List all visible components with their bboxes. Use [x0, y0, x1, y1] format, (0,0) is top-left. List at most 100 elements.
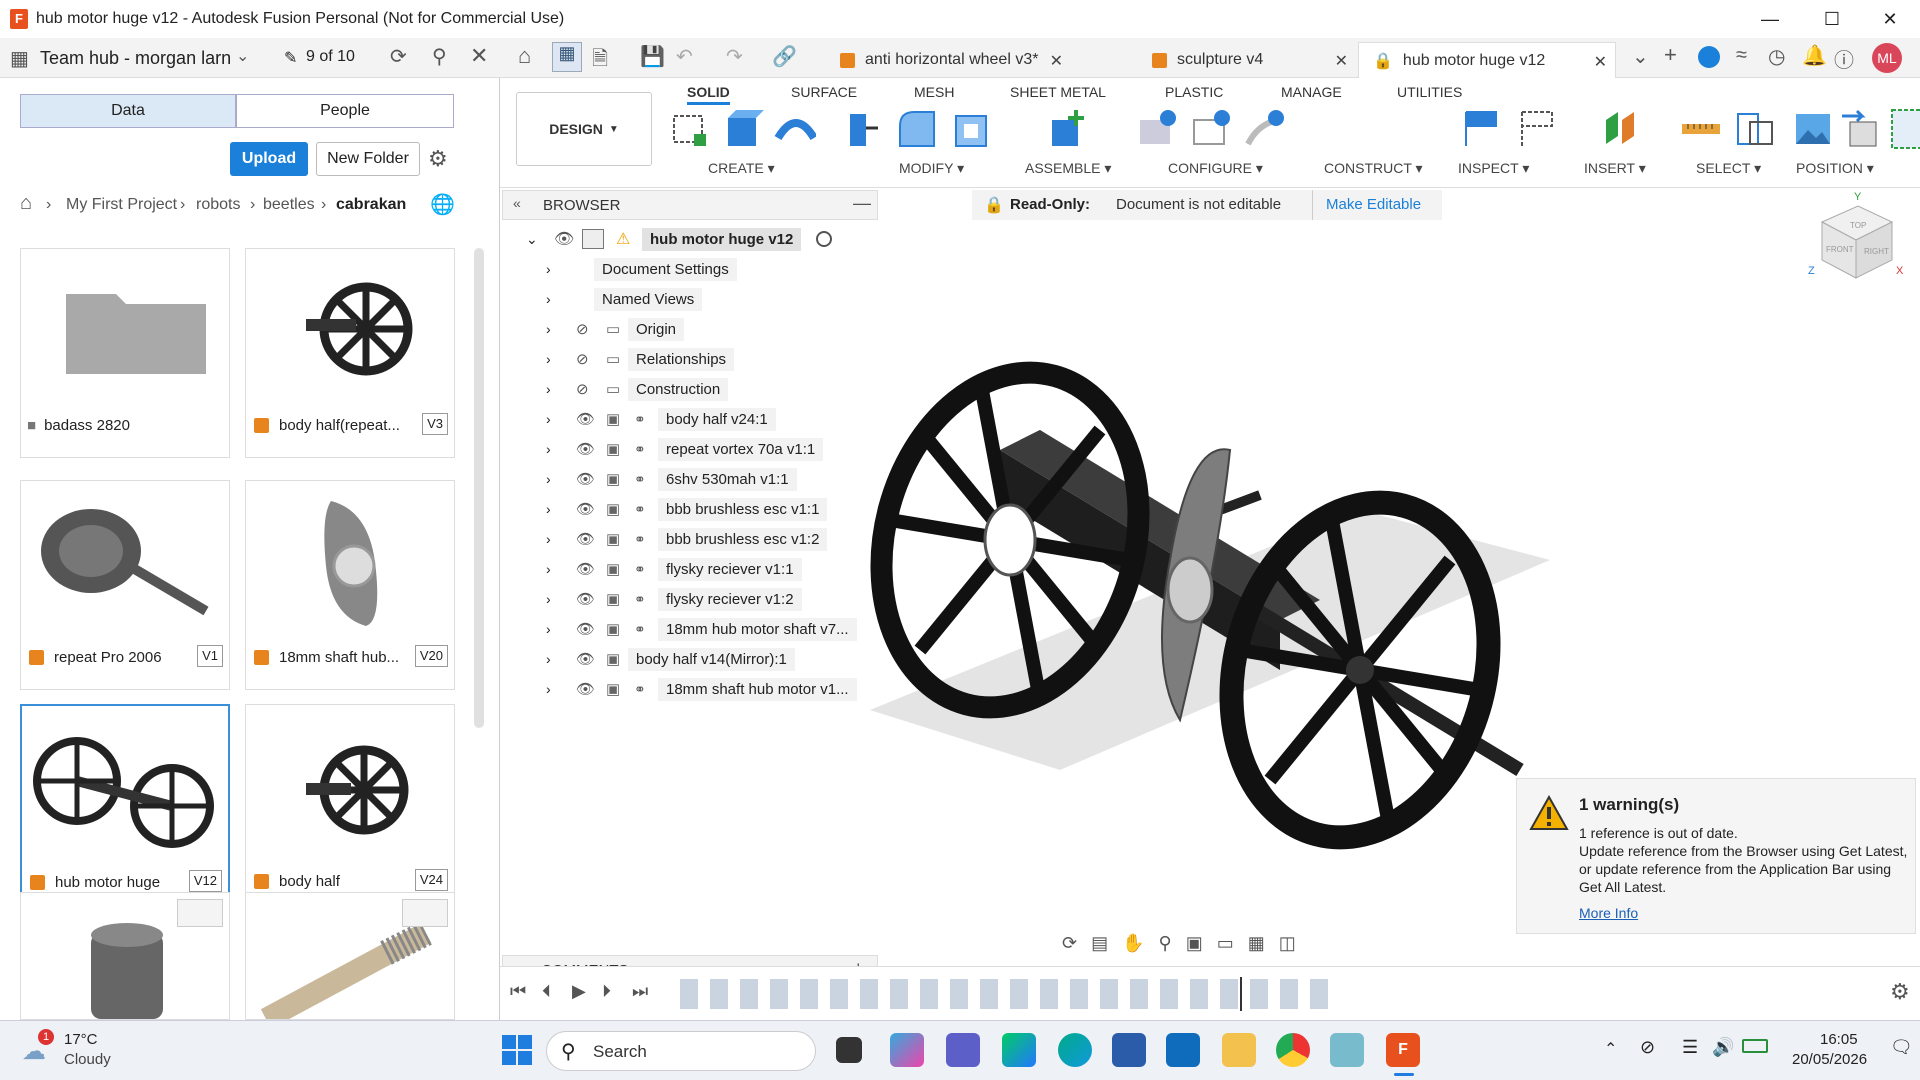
file-menu-icon[interactable]: 🗎 — [592, 44, 608, 78]
grid-icon[interactable]: ▦ — [1248, 933, 1265, 954]
home-icon[interactable]: ⌂ — [20, 192, 32, 215]
hidden-eye-icon[interactable]: ⊘ — [576, 320, 589, 338]
eye-icon[interactable]: 👁 — [554, 229, 574, 249]
tree-item[interactable]: › 👁 ▣ ⚭ flysky reciever v1:1 — [502, 554, 882, 584]
version-badge[interactable]: V20 — [414, 645, 448, 667]
go-to-start-icon[interactable]: ⏮ — [510, 981, 526, 1002]
battery-icon[interactable] — [1742, 1039, 1768, 1053]
position-align-icon[interactable] — [1462, 108, 1504, 150]
eye-icon[interactable]: 👁 — [576, 680, 595, 698]
interference-icon[interactable] — [1734, 108, 1776, 150]
create-group[interactable]: CREATE ▾ — [708, 160, 775, 177]
activate-radio-icon[interactable] — [816, 231, 832, 247]
design-card[interactable]: body half(repeat... V3 — [245, 248, 455, 458]
chevron-right-icon[interactable]: › — [546, 351, 551, 367]
card-menu-button[interactable] — [177, 899, 223, 927]
chevron-right-icon[interactable]: › — [546, 681, 551, 697]
settings-gear-icon[interactable]: ⚙ — [428, 146, 448, 172]
chevron-down-icon[interactable]: ⌄ — [526, 231, 538, 248]
select-group[interactable]: SELECT ▾ — [1696, 160, 1761, 177]
weather-temp[interactable]: 17°C — [64, 1031, 98, 1048]
refresh-icon[interactable]: ⟳ — [390, 44, 407, 69]
tree-item[interactable]: › 👁 ▣ body half v14(Mirror):1 — [502, 644, 882, 674]
make-editable-link[interactable]: Make Editable — [1326, 196, 1421, 213]
design-card[interactable]: 18mm shaft hub... V20 — [245, 480, 455, 690]
more-info-link[interactable]: More Info — [1579, 905, 1638, 921]
view-cube[interactable]: TOP FRONT RIGHT Y Z X — [1800, 192, 1910, 292]
revolve-icon[interactable] — [774, 108, 816, 150]
construct-plane-icon[interactable] — [1600, 108, 1642, 150]
microsoft365-icon[interactable] — [1002, 1033, 1036, 1067]
outlook-icon[interactable] — [1166, 1033, 1200, 1067]
save-icon[interactable]: 💾 — [640, 44, 665, 69]
version-badge[interactable]: V12 — [188, 870, 222, 892]
eye-icon[interactable]: 👁 — [576, 440, 595, 458]
tab-sheet-metal[interactable]: SHEET METAL — [1010, 84, 1106, 100]
tab-plastic[interactable]: PLASTIC — [1165, 84, 1223, 100]
search-icon[interactable]: ⚲ — [432, 44, 447, 69]
shell-icon[interactable] — [950, 108, 992, 150]
job-status-wave-icon[interactable]: ≈ — [1736, 44, 1747, 67]
hidden-eye-icon[interactable]: ⊘ — [576, 350, 589, 368]
folder-card[interactable]: ■ badass 2820 — [20, 248, 230, 458]
minimize-button[interactable]: — — [1750, 6, 1790, 32]
close-panel-icon[interactable]: ✕ — [470, 43, 488, 69]
position-group[interactable]: POSITION ▾ — [1796, 160, 1874, 177]
eye-icon[interactable]: 👁 — [576, 560, 595, 578]
chevron-right-icon[interactable]: › — [546, 261, 551, 277]
design-card[interactable]: repeat Pro 2006 V1 — [20, 480, 230, 690]
modify-group[interactable]: MODIFY ▾ — [899, 160, 964, 177]
clock-date[interactable]: 20/05/2026 — [1792, 1051, 1867, 1068]
tree-item[interactable]: › 👁 ▣ ⚭ bbb brushless esc v1:1 — [502, 494, 882, 524]
chevron-right-icon[interactable]: › — [546, 561, 551, 577]
avatar[interactable]: ML — [1872, 43, 1902, 73]
close-tab-icon[interactable]: ✕ — [1335, 51, 1348, 71]
version-badge[interactable]: V24 — [414, 869, 448, 891]
fillet-icon[interactable] — [896, 108, 938, 150]
tab-hub-motor-huge[interactable]: 🔒 hub motor huge v12 ✕ — [1358, 42, 1616, 78]
close-window-button[interactable]: ✕ — [1870, 6, 1910, 32]
inspect-group[interactable]: INSPECT ▾ — [1458, 160, 1529, 177]
tree-item[interactable]: › 👁 ▣ ⚭ 18mm shaft hub motor v1... — [502, 674, 882, 704]
network-off-icon[interactable]: ⊘ — [1640, 1037, 1655, 1058]
new-tab-icon[interactable]: + — [1664, 42, 1677, 68]
position-capture-icon[interactable] — [1518, 108, 1560, 150]
configure-group[interactable]: CONFIGURE ▾ — [1168, 160, 1263, 177]
undo-icon[interactable]: ↶ — [676, 44, 693, 69]
data-panel-toggle-icon[interactable]: ▦ — [552, 42, 582, 72]
tab-mesh[interactable]: MESH — [914, 84, 954, 100]
breadcrumb-my-first-project[interactable]: My First Project — [66, 196, 177, 214]
taskbar-search[interactable]: ⚲ Search — [546, 1031, 816, 1071]
windows-start-icon[interactable] — [502, 1035, 532, 1065]
weather-desc[interactable]: Cloudy — [64, 1051, 111, 1068]
design-card[interactable]: body half V24 — [245, 704, 455, 914]
tree-item[interactable]: ›⚙Document Settings — [502, 254, 882, 284]
tree-item[interactable]: › 👁 ▣ ⚭ 18mm hub motor shaft v7... — [502, 614, 882, 644]
step-back-icon[interactable]: ⏴ — [542, 981, 551, 1002]
tree-item[interactable]: › 👁 ▣ ⚭ 6shv 530mah v1:1 — [502, 464, 882, 494]
tree-item[interactable]: › ⊘ ▭ Construction — [502, 374, 882, 404]
close-tab-icon[interactable]: ✕ — [1050, 51, 1063, 71]
link-icon[interactable]: 🔗 — [772, 44, 797, 69]
fusion-taskbar-icon[interactable]: F — [1386, 1033, 1420, 1067]
chrome-icon[interactable] — [1276, 1033, 1310, 1067]
tree-item[interactable]: › 👁 ▣ ⚭ repeat vortex 70a v1:1 — [502, 434, 882, 464]
tree-item[interactable]: ›▭Named Views — [502, 284, 882, 314]
design-card[interactable] — [20, 892, 230, 1020]
job-count[interactable]: 9 of 10 — [306, 48, 355, 66]
chevron-right-icon[interactable]: › — [546, 381, 551, 397]
viewports-icon[interactable]: ◫ — [1279, 933, 1296, 954]
teams-icon[interactable] — [946, 1033, 980, 1067]
tab-anti-horizontal-wheel[interactable]: anti horizontal wheel v3* ✕ — [826, 42, 1071, 78]
tab-surface[interactable]: SURFACE — [791, 84, 857, 100]
insert-group[interactable]: INSERT ▾ — [1584, 160, 1646, 177]
display-settings-icon[interactable]: ▭ — [1217, 933, 1234, 954]
notification-center-icon[interactable]: 🗨 — [1890, 1037, 1913, 1058]
look-at-icon[interactable]: ▤ — [1091, 933, 1108, 954]
globe-icon[interactable]: 🌐 — [430, 192, 455, 217]
eye-icon[interactable]: 👁 — [576, 470, 595, 488]
eye-icon[interactable]: 👁 — [576, 530, 595, 548]
assemble-group[interactable]: ASSEMBLE ▾ — [1025, 160, 1111, 177]
workspace-selector[interactable]: DESIGN ▼ — [516, 92, 652, 166]
go-to-end-icon[interactable]: ⏭ — [632, 981, 648, 1002]
